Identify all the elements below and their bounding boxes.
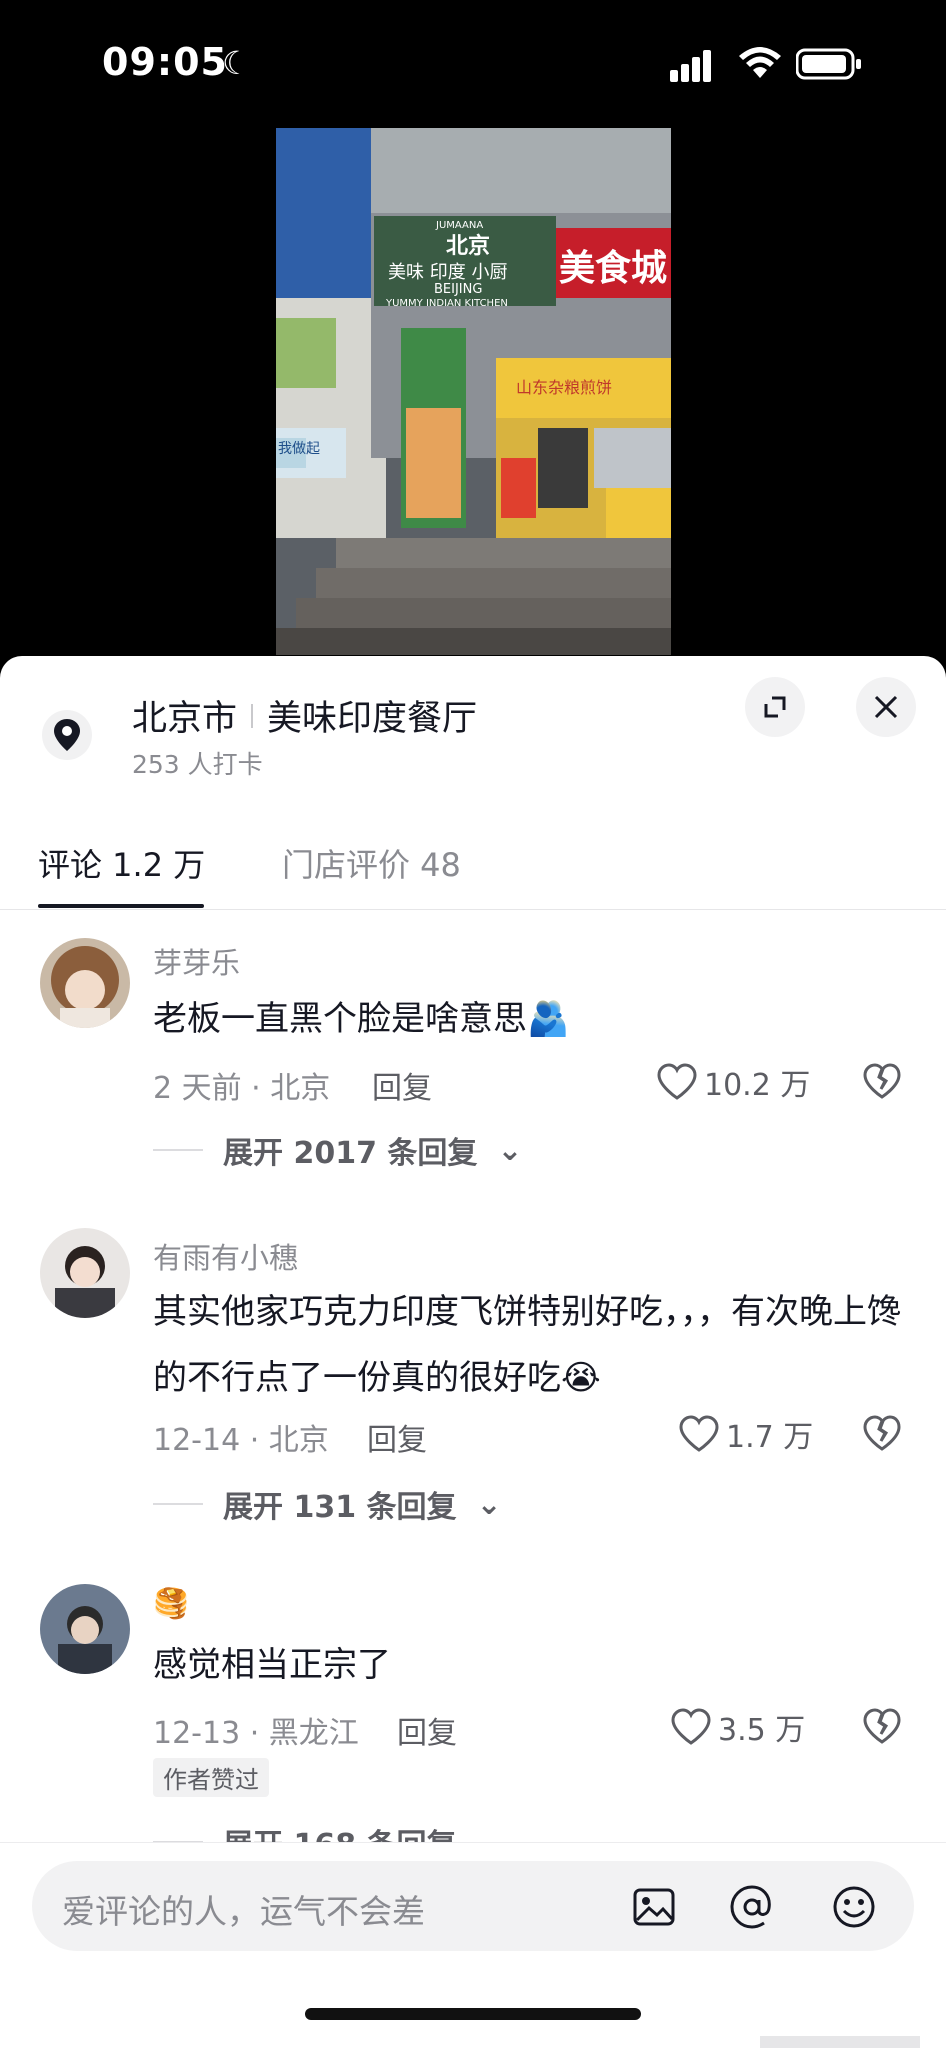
sign-yellow-text: 山东杂粮煎饼 (516, 378, 612, 397)
expand-replies-label: 展开 2017 条回复 (223, 1136, 478, 1171)
battery-icon (796, 48, 861, 80)
expand-button[interactable] (745, 677, 805, 737)
avatar[interactable] (40, 1228, 130, 1318)
comment-text: 老板一直黑个脸是啥意思🫂 (153, 999, 570, 1039)
close-icon (874, 695, 898, 719)
divider (153, 1149, 203, 1151)
comment-input-placeholder: 爱评论的人，运气不会差 (62, 1892, 425, 1931)
sign-en1-text: BEIJING (434, 282, 482, 297)
sign-red-text: 美食城 (559, 248, 667, 289)
tab-store-reviews[interactable]: 门店评价 48 (282, 840, 461, 886)
tab-comments[interactable]: 评论 1.2 万 (38, 840, 205, 886)
mention-icon[interactable] (728, 1883, 776, 1931)
broken-heart-icon[interactable] (862, 1414, 902, 1454)
checkin-count: 253 人打卡 (132, 750, 263, 779)
reply-button[interactable]: 回复 (372, 1063, 432, 1107)
broken-heart-icon[interactable] (862, 1707, 902, 1747)
comment-input[interactable]: 爱评论的人，运气不会差 (32, 1861, 914, 1951)
sign-cn1-text: 北京 (446, 233, 490, 259)
expand-replies[interactable]: 展开 2017 条回复 ⌄ (153, 1128, 523, 1172)
status-time: 09:05 (102, 40, 228, 84)
tab-indicator (38, 904, 204, 908)
heart-icon (657, 1063, 697, 1100)
comment-author[interactable]: 芽芽乐 (153, 940, 240, 982)
location-place: 美味印度餐厅 (267, 699, 478, 739)
like-count: 3.5 万 (718, 1713, 806, 1748)
location-title[interactable]: 北京市 美味印度餐厅 (132, 690, 477, 741)
watermark (760, 2036, 920, 2048)
like-count: 10.2 万 (704, 1068, 811, 1103)
comment-meta: 2 天前 · 北京 (153, 1071, 331, 1106)
chevron-down-icon: ⌄ (476, 1486, 502, 1522)
location-city: 北京市 (132, 699, 238, 739)
sign-top-text: JUMAANA (435, 220, 483, 231)
comment-text: 感觉相当正宗了 (153, 1645, 391, 1685)
chevron-down-icon: ⌄ (497, 1132, 523, 1168)
location-pin-icon (42, 710, 92, 760)
left-sign-text: 我做起 (278, 441, 320, 457)
expand-icon (764, 696, 786, 718)
emoji-icon[interactable] (830, 1883, 878, 1931)
status-bar: 09:05 ☾ (0, 0, 946, 130)
heart-icon (671, 1708, 711, 1745)
comment-text: 其实他家巧克力印度飞饼特别好吃，，，有次晚上馋的不行点了一份真的很好吃😭 (153, 1292, 901, 1398)
broken-heart-icon[interactable] (862, 1062, 902, 1102)
like-count: 1.7 万 (726, 1420, 814, 1455)
sign-en2-text: YUMMY INDIAN KITCHEN (385, 298, 508, 309)
expand-replies[interactable]: 展开 131 条回复 ⌄ (153, 1482, 502, 1526)
wifi-icon (739, 47, 781, 78)
comment-meta: 12-13 · 黑龙江 (153, 1716, 359, 1751)
avatar[interactable] (40, 938, 130, 1028)
video-frame[interactable]: JUMAANA 北京 美味 印度 小厨 BEIJING YUMMY INDIAN… (276, 128, 671, 655)
expand-replies-label: 展开 131 条回复 (223, 1490, 457, 1525)
like-button[interactable]: 1.7 万 (678, 1412, 813, 1456)
like-button[interactable]: 10.2 万 (656, 1060, 810, 1104)
close-button[interactable] (856, 677, 916, 737)
sign-cn2-text: 美味 印度 小厨 (388, 262, 507, 283)
cellular-signal-icon (670, 50, 711, 82)
like-button[interactable]: 3.5 万 (670, 1705, 805, 1749)
tab-bar: 评论 1.2 万 门店评价 48 (0, 830, 946, 910)
author-liked-badge: 作者赞过 (153, 1758, 269, 1797)
storefront-image: JUMAANA 北京 美味 印度 小厨 BEIJING YUMMY INDIAN… (276, 128, 671, 655)
image-icon[interactable] (630, 1883, 678, 1931)
comment-author[interactable]: 有雨有小穗 (153, 1235, 298, 1277)
title-divider (251, 703, 254, 728)
heart-icon (679, 1415, 719, 1452)
comment-meta: 12-14 · 北京 (153, 1423, 329, 1458)
comment-author[interactable]: 🥞 (153, 1586, 189, 1621)
divider (153, 1503, 203, 1505)
avatar[interactable] (40, 1584, 130, 1674)
home-indicator (305, 2008, 641, 2020)
reply-button[interactable]: 回复 (367, 1415, 427, 1459)
moon-icon: ☾ (222, 44, 251, 82)
reply-button[interactable]: 回复 (397, 1708, 457, 1752)
